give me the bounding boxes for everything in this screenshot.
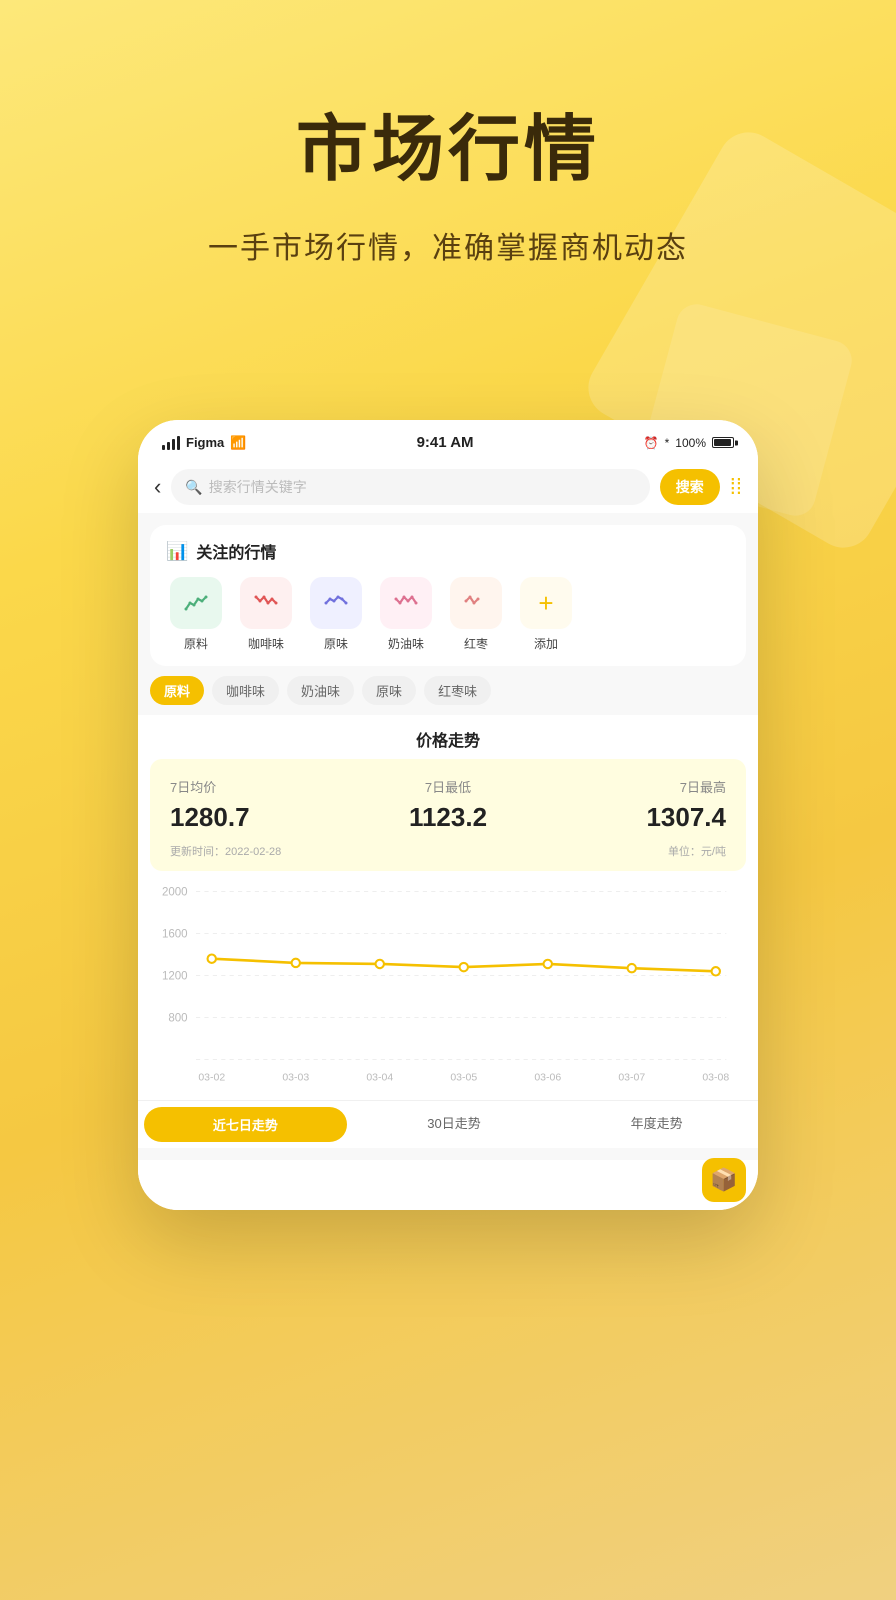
- search-button[interactable]: 搜索: [660, 469, 720, 505]
- stat-max-label: 7日最高: [541, 777, 726, 796]
- time-tabs: 近七日走势 30日走势 年度走势: [138, 1100, 758, 1148]
- stat-min: 7日最低 1123.2: [355, 777, 540, 833]
- category-label-yuanwei: 原味: [324, 635, 348, 652]
- float-icon-img: 📦: [710, 1167, 737, 1193]
- content-area: 📊 关注的行情: [138, 513, 758, 1160]
- filter-tab-yuanwei[interactable]: 原味: [362, 676, 416, 705]
- svg-text:800: 800: [168, 1013, 187, 1025]
- category-icon-add: +: [520, 577, 572, 629]
- svg-text:03-06: 03-06: [534, 1072, 561, 1084]
- category-item-hongzao[interactable]: 红枣: [446, 577, 506, 652]
- price-section: 价格走势 7日均价 1280.7 7日最低 1123.2 7日最高 1307.4: [138, 715, 758, 1148]
- svg-text:03-03: 03-03: [282, 1072, 309, 1084]
- stat-avg: 7日均价 1280.7: [170, 777, 355, 833]
- category-item-add[interactable]: + 添加: [516, 577, 576, 652]
- stats-unit: 单位：元/吨: [668, 843, 726, 859]
- svg-text:03-04: 03-04: [366, 1072, 393, 1084]
- status-bar: Figma 📶 9:41 AM ⏰ * 100%: [138, 420, 758, 461]
- category-item-kafei[interactable]: 咖啡味: [236, 577, 296, 652]
- time-tab-7day[interactable]: 近七日走势: [144, 1107, 347, 1142]
- category-label-naiyou: 奶油味: [388, 635, 424, 652]
- category-icons: 原料 咖啡味: [166, 577, 730, 652]
- watch-title-text: 关注的行情: [196, 539, 276, 563]
- chart-icon: 📊: [166, 541, 188, 562]
- stat-avg-label: 7日均价: [170, 777, 355, 796]
- svg-text:1200: 1200: [162, 971, 188, 983]
- phone-mockup: Figma 📶 9:41 AM ⏰ * 100% ‹ 🔍 搜索行情关键字 搜索 …: [138, 420, 758, 1210]
- svg-text:03-08: 03-08: [702, 1072, 729, 1084]
- battery-icon: [712, 437, 734, 448]
- chart-area: 2000 1600 1200 800: [138, 871, 758, 1096]
- price-section-title: 价格走势: [138, 715, 758, 759]
- svg-text:2000: 2000: [162, 887, 188, 899]
- category-item-naiyou[interactable]: 奶油味: [376, 577, 436, 652]
- stat-avg-value: 1280.7: [170, 802, 355, 833]
- search-input-wrap[interactable]: 🔍 搜索行情关键字: [171, 469, 649, 505]
- carrier-label: Figma: [186, 435, 224, 450]
- wifi-icon: 📶: [230, 435, 246, 451]
- category-label-yuanliao: 原料: [184, 635, 208, 652]
- filter-tab-kafei[interactable]: 咖啡味: [212, 676, 279, 705]
- svg-text:03-05: 03-05: [450, 1072, 477, 1084]
- svg-text:03-02: 03-02: [198, 1072, 225, 1084]
- stat-max-value: 1307.4: [541, 802, 726, 833]
- stats-update: 更新时间：2022-02-28: [170, 843, 281, 859]
- status-left: Figma 📶: [162, 435, 246, 451]
- category-icon-yuanwei: [310, 577, 362, 629]
- grid-icon[interactable]: ⁞⁞: [730, 474, 742, 500]
- page-subtitle: 一手市场行情，准确掌握商机动态: [0, 223, 896, 267]
- time-tab-year[interactable]: 年度走势: [555, 1101, 758, 1148]
- category-icon-kafei: [240, 577, 292, 629]
- search-icon: 🔍: [185, 479, 202, 496]
- filter-tabs: 原料 咖啡味 奶油味 原味 红枣味: [138, 666, 758, 715]
- bluetooth-icon: *: [665, 436, 670, 450]
- status-right: ⏰ * 100%: [644, 436, 734, 450]
- status-time: 9:41 AM: [417, 434, 474, 451]
- svg-text:1600: 1600: [162, 929, 188, 941]
- alarm-icon: ⏰: [644, 436, 659, 450]
- page-title: 市场行情: [0, 0, 896, 195]
- chart-svg-wrap: 2000 1600 1200 800: [154, 881, 742, 1096]
- category-icon-hongzao: [450, 577, 502, 629]
- stat-min-label: 7日最低: [355, 777, 540, 796]
- search-bar: ‹ 🔍 搜索行情关键字 搜索 ⁞⁞: [138, 461, 758, 513]
- search-placeholder: 搜索行情关键字: [209, 477, 307, 497]
- stats-card: 7日均价 1280.7 7日最低 1123.2 7日最高 1307.4 更新时间…: [150, 759, 746, 871]
- battery-label: 100%: [675, 436, 706, 450]
- signal-bars: [162, 436, 180, 450]
- watch-section: 📊 关注的行情: [150, 525, 746, 666]
- watch-title: 📊 关注的行情: [166, 539, 730, 563]
- category-label-kafei: 咖啡味: [248, 635, 284, 652]
- stat-max: 7日最高 1307.4: [541, 777, 726, 833]
- time-tab-30day[interactable]: 30日走势: [353, 1101, 556, 1148]
- filter-tab-naiyou[interactable]: 奶油味: [287, 676, 354, 705]
- stat-min-value: 1123.2: [355, 802, 540, 833]
- float-action-button[interactable]: 📦: [702, 1158, 746, 1202]
- svg-text:03-07: 03-07: [618, 1072, 645, 1084]
- category-label-hongzao: 红枣: [464, 635, 488, 652]
- filter-tab-yuanliao[interactable]: 原料: [150, 676, 204, 705]
- filter-tab-hongzao[interactable]: 红枣味: [424, 676, 491, 705]
- category-item-yuanwei[interactable]: 原味: [306, 577, 366, 652]
- category-label-add: 添加: [534, 635, 558, 652]
- category-item-yuanliao[interactable]: 原料: [166, 577, 226, 652]
- category-icon-yuanliao: [170, 577, 222, 629]
- category-icon-naiyou: [380, 577, 432, 629]
- back-button[interactable]: ‹: [154, 474, 161, 500]
- price-chart: 2000 1600 1200 800: [154, 881, 742, 1091]
- stats-meta: 更新时间：2022-02-28 单位：元/吨: [170, 843, 726, 859]
- stats-row: 7日均价 1280.7 7日最低 1123.2 7日最高 1307.4: [170, 777, 726, 833]
